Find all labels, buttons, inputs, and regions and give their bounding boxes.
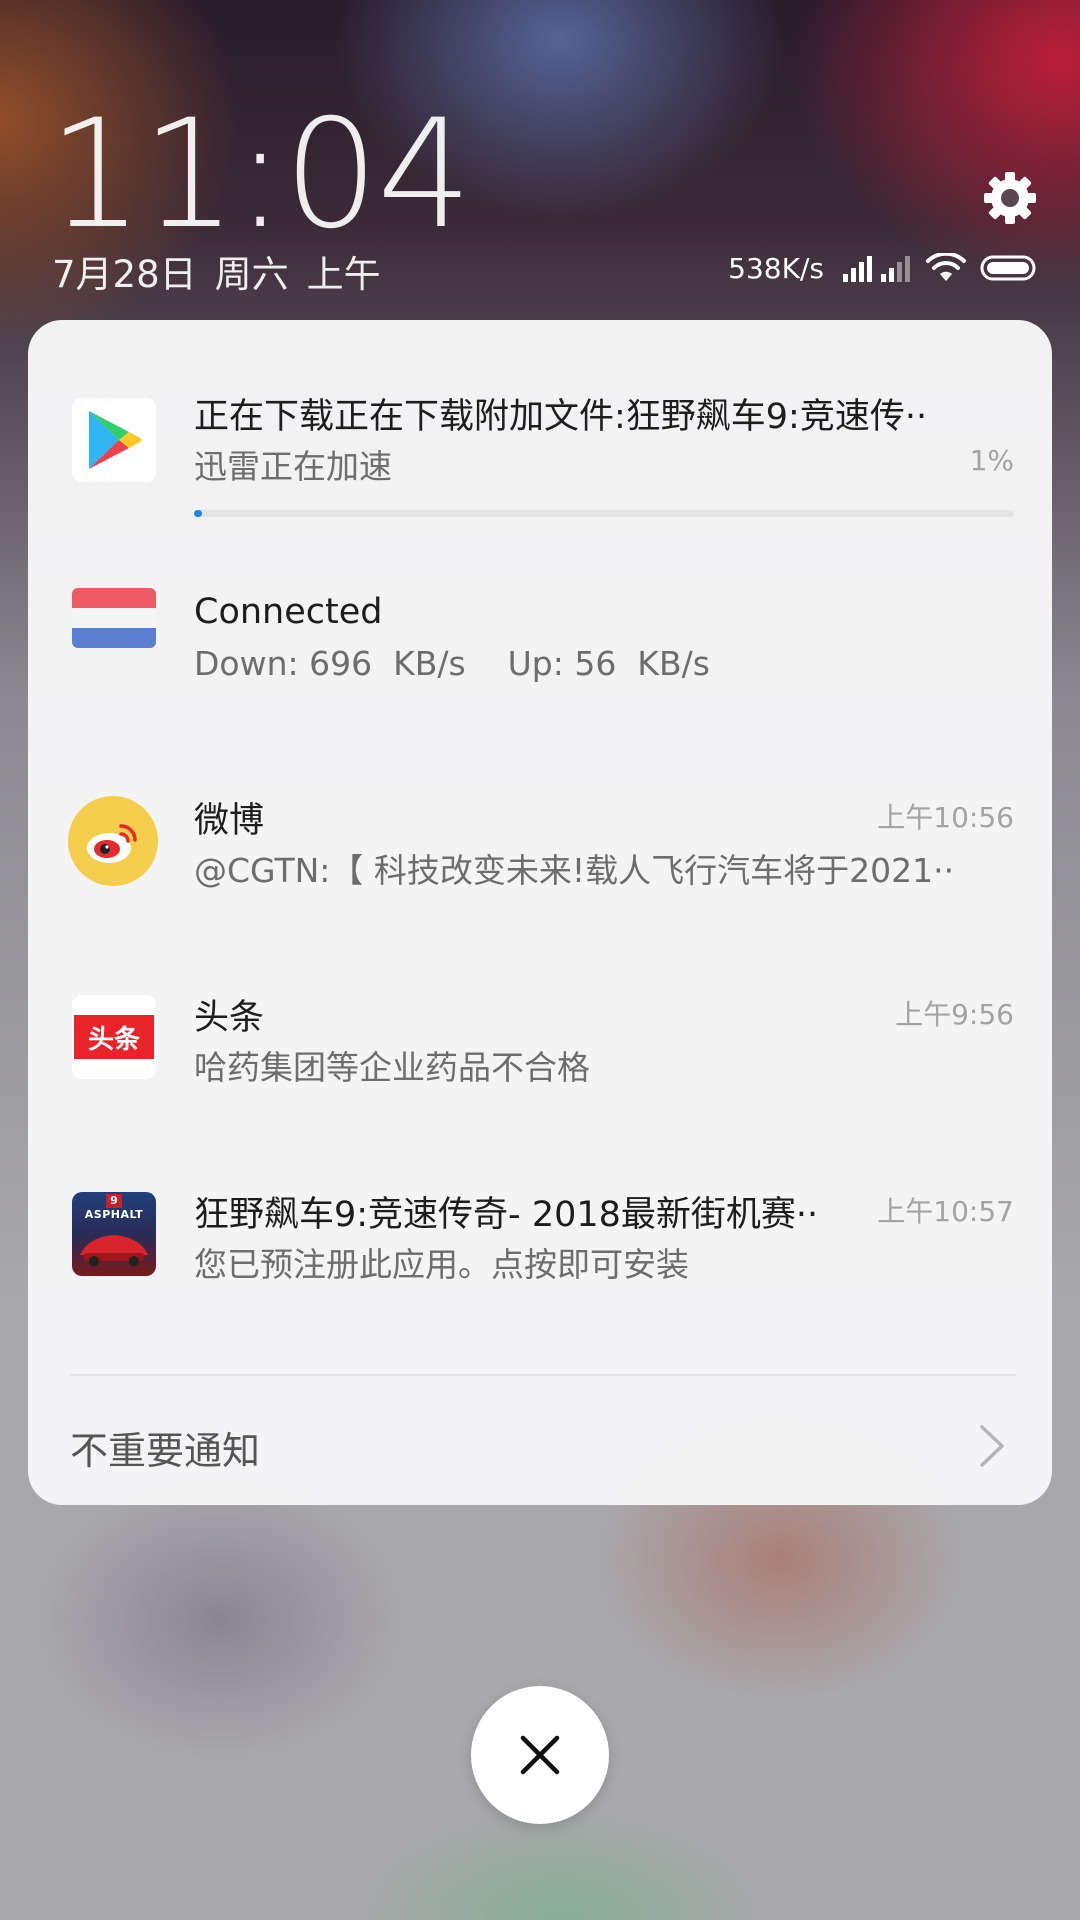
notification-text: 迅雷正在加速 — [194, 447, 392, 486]
notification-vpn[interactable]: Connected Down: 696 KB/s Up: 56 KB/s — [28, 550, 1052, 720]
car-icon — [80, 1235, 148, 1266]
notification-text: 您已预注册此应用。点按即可安装 — [194, 1245, 689, 1284]
notification-text: @CGTN:【 科技改变未来!载人飞行汽车将于2021·· — [194, 851, 955, 890]
notification-title: 头条 — [194, 998, 265, 1038]
notification-text: 哈药集团等企业药品不合格 — [194, 1048, 590, 1087]
date-day: 7月28日 — [52, 253, 197, 296]
status-bar: 538K/s — [728, 248, 1038, 288]
notification-title: 狂野飙车9:竞速传奇- 2018最新街机赛·· — [194, 1195, 819, 1235]
google-play-icon — [72, 398, 156, 482]
weibo-icon — [68, 796, 158, 886]
notification-toutiao[interactable]: 头条 头条 上午9:56 哈药集团等企业药品不合格 — [28, 947, 1052, 1117]
battery-icon — [980, 254, 1038, 282]
asphalt-badge: 9 — [106, 1194, 122, 1208]
notification-title: 正在下载正在下载附加文件:狂野飙车9:竞速传·· — [194, 397, 928, 437]
notification-weibo[interactable]: 微博 上午10:56 @CGTN:【 科技改变未来!载人飞行汽车将于2021·· — [28, 750, 1052, 920]
date-weekday: 周六 — [214, 253, 289, 296]
signal-icon — [842, 254, 874, 282]
gear-icon — [984, 172, 1036, 224]
notification-title: Connected — [194, 592, 383, 632]
progress-percent: 1% — [969, 444, 1014, 477]
settings-button[interactable] — [978, 166, 1042, 230]
flag-netherlands-icon — [72, 588, 156, 648]
chevron-right-icon[interactable] — [972, 1416, 1012, 1476]
wifi-icon — [926, 253, 966, 283]
unimportant-notifications-link[interactable]: 不重要通知 — [70, 1420, 260, 1475]
notification-time: 上午10:57 — [877, 1195, 1014, 1228]
divider — [70, 1374, 1016, 1376]
notification-panel: 正在下载正在下载附加文件:狂野飙车9:竞速传·· 迅雷正在加速 1% Conne… — [28, 320, 1052, 1505]
asphalt-logo-text: ASPHALT — [84, 1208, 144, 1221]
toutiao-icon: 头条 — [72, 995, 156, 1079]
signal-weak-icon — [880, 254, 912, 282]
notification-text: Down: 696 KB/s Up: 56 KB/s — [194, 644, 710, 683]
clear-all-button[interactable] — [471, 1686, 609, 1824]
notification-download[interactable]: 正在下载正在下载附加文件:狂野飙车9:竞速传·· 迅雷正在加速 1% — [28, 320, 1052, 520]
download-progress-fill — [194, 510, 203, 517]
notification-asphalt[interactable]: 9 ASPHALT 狂野飙车9:竞速传奇- 2018最新街机赛·· 上午10:5… — [28, 1144, 1052, 1314]
toutiao-logo-text: 头条 — [74, 1015, 154, 1059]
close-icon — [520, 1735, 560, 1775]
notification-time: 上午10:56 — [877, 801, 1014, 834]
notification-title: 微博 — [194, 801, 265, 841]
asphalt-icon: 9 ASPHALT — [72, 1192, 156, 1276]
date-line: 7月28日 周六 上午 — [52, 244, 399, 298]
network-speed: 538K/s — [728, 251, 824, 285]
clock-time: 11:04 — [48, 88, 472, 262]
date-period: 上午 — [306, 253, 381, 296]
notification-time: 上午9:56 — [895, 998, 1014, 1031]
download-progress-bar — [194, 510, 1014, 517]
